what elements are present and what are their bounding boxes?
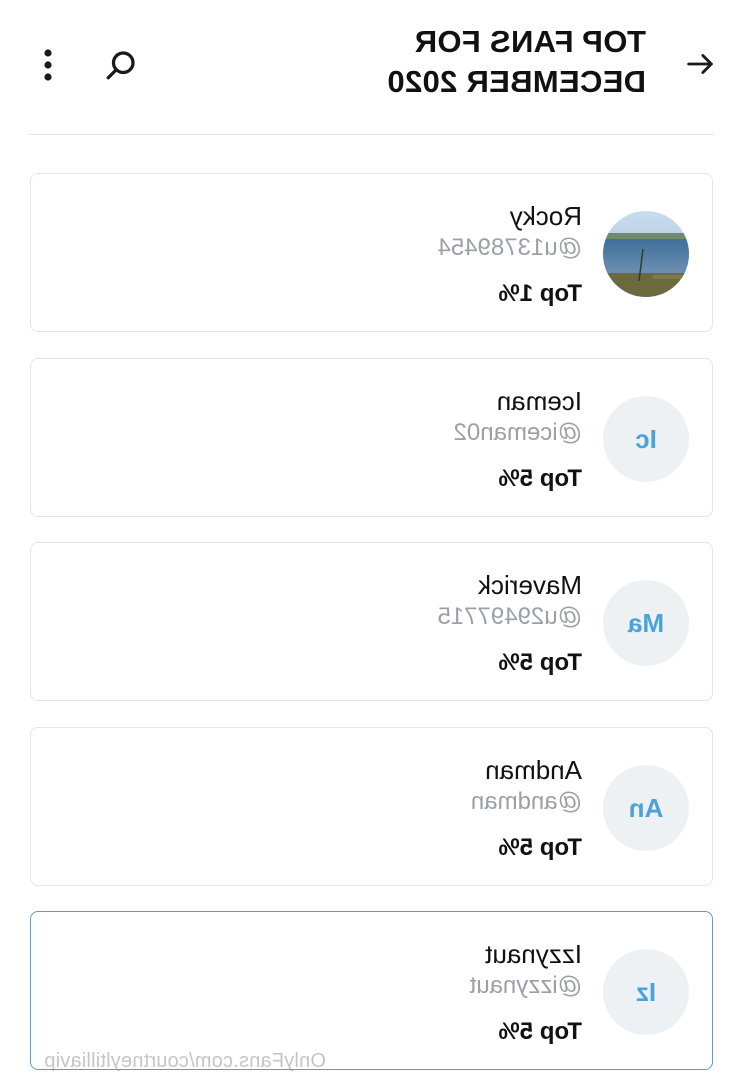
avatar: Ma	[603, 580, 689, 666]
page-title: TOP FANS FOR DECEMBER 2020	[387, 24, 646, 99]
fan-card[interactable]: Ic Iceman @iceman02 Top 5%	[30, 358, 713, 517]
fan-card[interactable]: An Andman @andman Top 5%	[30, 727, 713, 886]
avatar: Ic	[603, 396, 689, 482]
avatar-initials: An	[628, 792, 664, 823]
more-vertical-icon	[44, 49, 52, 81]
fan-handle: @u29497715	[437, 603, 583, 630]
watermark: OnlyFans.com/courtneyltilliavip	[44, 1050, 326, 1072]
fan-handle: @iceman02	[453, 419, 582, 446]
fan-info: Maverick @u29497715 Top 5%	[438, 569, 583, 679]
more-options-button[interactable]	[30, 42, 66, 88]
search-button[interactable]	[98, 42, 144, 88]
fan-name: Andman	[485, 755, 582, 785]
avatar-initials: Iz	[635, 976, 657, 1007]
fan-info: Izzynaut @izzynaut Top 5%	[470, 938, 582, 1048]
header-divider	[28, 134, 714, 135]
fan-name: Izzynaut	[485, 939, 582, 969]
avatar-initials: Ic	[635, 423, 657, 454]
fan-handle: @izzynaut	[469, 972, 582, 999]
fan-rank: Top 5%	[498, 834, 582, 861]
arrow-left-icon	[687, 54, 713, 74]
top-bar: TOP FANS FOR DECEMBER 2020	[0, 0, 742, 136]
mirrored-screen: TOP FANS FOR DECEMBER 2020 Rocky @u13789…	[0, 0, 742, 1080]
avatar: An	[603, 765, 689, 851]
fan-card[interactable]: Ma Maverick @u29497715 Top 5%	[30, 542, 713, 701]
lake-photo-avatar	[603, 211, 689, 297]
fan-name: Iceman	[496, 386, 582, 416]
fan-handle: @u13789454	[437, 234, 583, 261]
avatar	[603, 211, 689, 297]
fan-card[interactable]: Rocky @u13789454 Top 1%	[30, 173, 713, 332]
fan-info: Andman @andman Top 5%	[471, 754, 582, 864]
back-button[interactable]	[676, 40, 724, 88]
fan-rank: Top 5%	[498, 649, 582, 676]
fan-rank: Top 1%	[498, 280, 582, 307]
fan-rank: Top 5%	[498, 1018, 582, 1045]
fan-info: Rocky @u13789454 Top 1%	[438, 200, 583, 310]
avatar: Iz	[603, 949, 689, 1035]
fan-name: Maverick	[477, 570, 582, 600]
fan-info: Iceman @iceman02 Top 5%	[454, 385, 582, 495]
fan-card-selected[interactable]: Iz Izzynaut @izzynaut Top 5%	[30, 911, 713, 1070]
search-icon	[106, 51, 135, 80]
avatar-initials: Ma	[627, 607, 665, 638]
fan-handle: @andman	[470, 788, 582, 815]
fan-rank: Top 5%	[498, 465, 582, 492]
fan-name: Rocky	[509, 201, 582, 231]
